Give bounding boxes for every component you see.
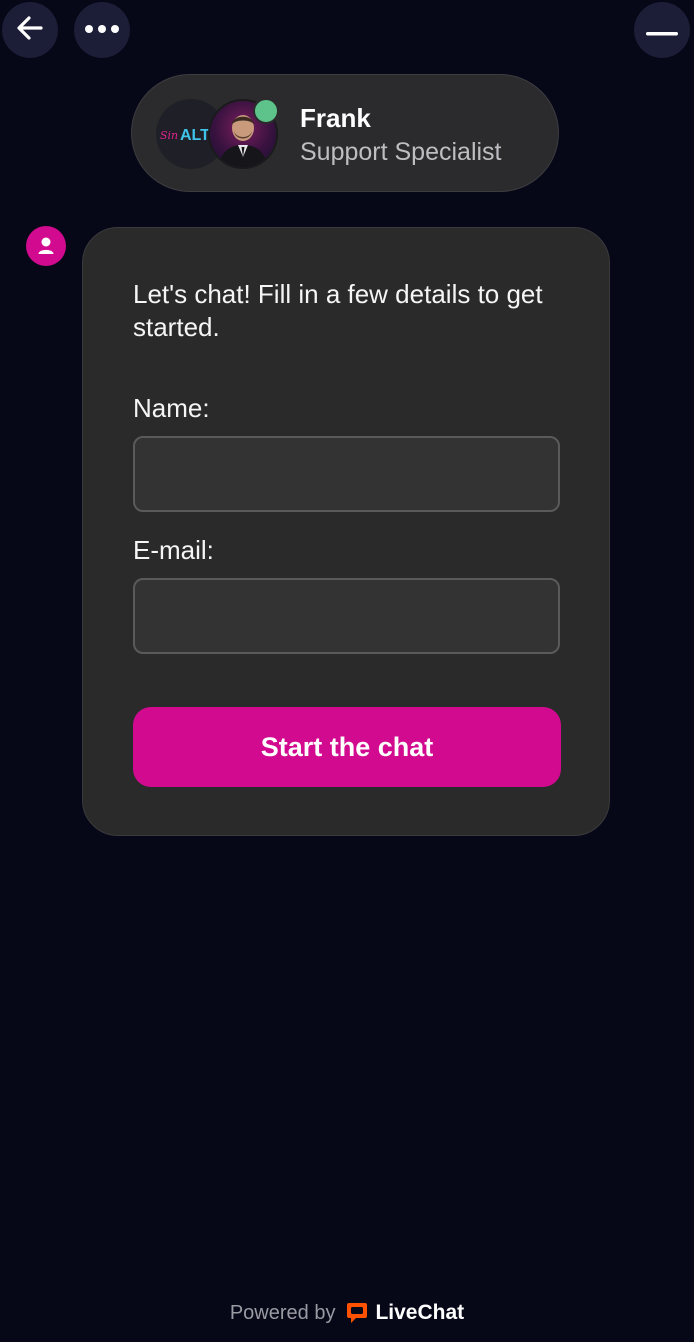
online-status-indicator bbox=[253, 98, 279, 124]
agent-name: Frank bbox=[300, 103, 371, 133]
livechat-brand-text: LiveChat bbox=[375, 1301, 465, 1324]
powered-by-footer[interactable]: Powered by LiveChat bbox=[0, 1296, 694, 1330]
prechat-form-card: Let's chat! Fill in a few details to get… bbox=[82, 227, 610, 836]
more-dots-icon bbox=[84, 21, 120, 39]
powered-by-text: Powered by bbox=[229, 1301, 336, 1324]
name-field-label: Name: bbox=[133, 393, 210, 423]
minimize-icon bbox=[646, 12, 678, 49]
agent-card: Sin ALTO Frank Support Specialist bbox=[131, 74, 559, 192]
form-intro-text: Let's chat! Fill in a few details to get… bbox=[133, 279, 543, 342]
user-icon bbox=[38, 237, 54, 254]
bot-avatar bbox=[26, 226, 66, 266]
minimize-button[interactable] bbox=[634, 2, 690, 58]
name-input[interactable] bbox=[133, 436, 560, 512]
arrow-left-icon bbox=[15, 13, 45, 48]
livechat-logo-icon bbox=[345, 1301, 369, 1325]
email-field-label: E-mail: bbox=[133, 535, 214, 565]
more-options-button[interactable] bbox=[74, 2, 130, 58]
agent-role: Support Specialist bbox=[300, 138, 502, 166]
start-chat-button[interactable]: Start the chat bbox=[133, 707, 561, 787]
back-button[interactable] bbox=[2, 2, 58, 58]
email-input[interactable] bbox=[133, 578, 560, 654]
logo-script-text: Sin bbox=[160, 129, 178, 142]
svg-text:Sin: Sin bbox=[160, 129, 178, 142]
